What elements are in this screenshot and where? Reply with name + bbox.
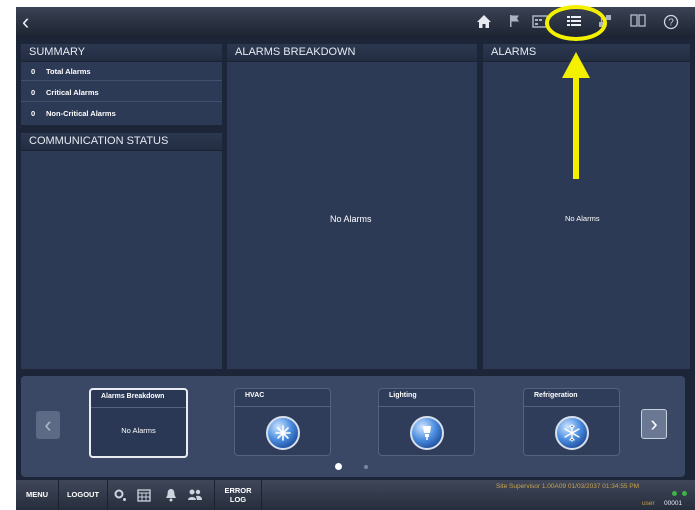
breakdown-empty-text: No Alarms [330,214,372,224]
summary-panel: SUMMARY 0 Total Alarms 0 Critical Alarms… [21,44,222,125]
bottom-bar: MENU LOGOUT ERROR LOG Site Supervisor 1.… [16,480,695,510]
non-critical-alarms-count: 0 [31,109,36,118]
error-log-line2: LOG [229,495,247,504]
tile-empty-text: No Alarms [121,426,156,435]
logout-button[interactable]: LOGOUT [59,480,108,510]
refrigeration-icon [555,416,589,450]
status-led-icon [672,491,677,496]
users-icon[interactable] [187,488,202,502]
summary-title: SUMMARY [21,44,222,62]
dashboard-carousel: ‹ Alarms Breakdown No Alarms HVAC Lighti… [21,376,685,477]
book-icon[interactable] [629,14,647,30]
alarms-breakdown-title: ALARMS BREAKDOWN [227,44,477,62]
non-critical-alarms-label: Non-Critical Alarms [46,109,116,118]
carousel-page-dot-active[interactable] [335,463,342,470]
schedule-icon[interactable] [137,488,151,502]
summary-row-noncritical[interactable]: 0 Non-Critical Alarms [21,106,222,122]
tile-label: Alarms Breakdown [101,393,165,400]
summary-row-total[interactable]: 0 Total Alarms [21,64,222,81]
back-button[interactable]: ‹ [22,11,42,33]
status-led-icon [682,491,687,496]
total-alarms-label: Total Alarms [46,67,91,76]
session-id: 00001 [664,500,683,507]
tile-refrigeration[interactable]: Refrigeration [523,388,620,456]
tile-label: Lighting [389,392,417,399]
help-icon[interactable]: ? [662,14,680,30]
carousel-next-button[interactable]: › [641,409,667,439]
highlight-circle [545,5,607,41]
alarm-bell-icon[interactable] [164,488,178,502]
carousel-page-dot[interactable] [364,465,368,469]
total-alarms-count: 0 [31,67,36,76]
alarms-breakdown-panel: ALARMS BREAKDOWN No Alarms [227,44,477,369]
home-icon[interactable] [475,14,493,30]
highlight-arrow-shaft [573,75,579,179]
hvac-icon [266,416,300,450]
summary-row-critical[interactable]: 0 Critical Alarms [21,85,222,102]
error-log-button[interactable]: ERROR LOG [214,480,262,510]
menu-button[interactable]: MENU [16,480,59,510]
error-log-line1: ERROR [224,486,252,495]
lighting-icon [410,416,444,450]
svg-text:?: ? [668,18,674,29]
flag-icon[interactable] [506,14,524,30]
tile-label: Refrigeration [534,392,578,399]
communication-status-panel: COMMUNICATION STATUS [21,133,222,369]
current-user: user [642,500,655,507]
tile-lighting[interactable]: Lighting [378,388,475,456]
app-screen: ‹ ? SUMMARY 0 Total Alarms 0 Critical Al… [16,7,695,510]
carousel-prev-button[interactable]: ‹ [36,411,60,439]
settings-icon[interactable] [113,488,127,502]
tile-hvac[interactable]: HVAC [234,388,331,456]
tile-label: HVAC [245,392,265,399]
critical-alarms-count: 0 [31,88,36,97]
alarms-panel: ALARMS No Alarms [483,44,690,369]
critical-alarms-label: Critical Alarms [46,88,99,97]
communication-status-title: COMMUNICATION STATUS [21,133,222,151]
tile-alarms-breakdown[interactable]: Alarms Breakdown No Alarms [89,388,188,458]
system-status-text: Site Supervisor 1.00A09 01/03/2037 01:34… [496,483,640,490]
alarms-empty-text: No Alarms [565,214,600,223]
